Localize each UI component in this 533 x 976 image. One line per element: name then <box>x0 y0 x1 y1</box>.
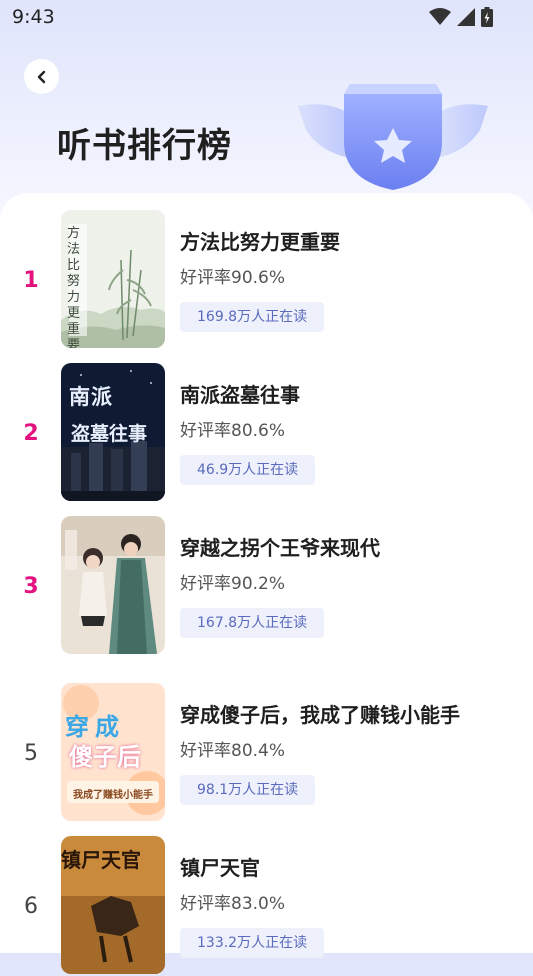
ranking-list: 1 方法比努力更重要 方法比努力更重要 好评率90.6% 169.8万人正在读 … <box>0 193 533 974</box>
rank-number: 5 <box>24 741 38 766</box>
book-title: 镇尸天官 <box>180 856 260 880</box>
rating-text: 好评率90.2% <box>180 574 286 594</box>
reading-count-badge: 98.1万人正在读 <box>180 775 316 805</box>
cover-art <box>61 516 165 654</box>
chevron-left-icon <box>37 70 45 83</box>
trophy-icon <box>298 84 488 190</box>
reading-count-badge: 46.9万人正在读 <box>180 455 316 485</box>
reading-count-badge: 169.8万人正在读 <box>180 302 325 332</box>
book-cover[interactable]: 穿成 傻子后 我成了赚钱小能手 <box>61 683 165 821</box>
rating-text: 好评率90.6% <box>180 268 286 288</box>
back-button[interactable] <box>24 59 59 94</box>
rank-number: 3 <box>23 574 39 599</box>
status-bar: 9:43 <box>0 0 533 36</box>
book-row[interactable]: 1 方法比努力更重要 方法比努力更重要 好评率90.6% 169.8万人正在读 <box>0 210 533 350</box>
book-row[interactable]: 5 穿成 傻子后 我成了赚钱小能手 穿成傻子后，我成了赚钱小能手 好评率80.4… <box>0 683 533 823</box>
book-row[interactable]: 3 穿越之拐个王爷来现代 好评率90.2% 167.8万人正在读 <box>0 516 533 656</box>
book-cover[interactable] <box>61 516 165 654</box>
cover-subtitle: 盗墓往事 <box>71 423 148 445</box>
book-cover[interactable]: 方法比努力更重要 <box>61 210 165 348</box>
book-cover[interactable]: 镇尸天官 <box>61 836 165 974</box>
book-title: 方法比努力更重要 <box>180 230 340 254</box>
page-title: 听书排行榜 <box>57 126 232 166</box>
cover-title: 南派 <box>69 385 113 409</box>
book-row[interactable]: 2 南派 盗墓往事 南派盗墓往事 好评率80.6% 46.9万人正在读 <box>0 363 533 503</box>
book-title: 穿成傻子后，我成了赚钱小能手 <box>180 703 460 727</box>
cover-tagline: 我成了赚钱小能手 <box>73 790 153 801</box>
rating-text: 好评率80.6% <box>180 421 286 441</box>
signal-icon <box>457 8 475 26</box>
battery-icon <box>481 7 493 27</box>
cover-title: 镇尸天官 <box>61 848 141 872</box>
reading-count-badge: 167.8万人正在读 <box>180 608 325 638</box>
cover-subtitle: 傻子后 <box>69 743 141 771</box>
book-title: 南派盗墓往事 <box>180 383 300 407</box>
status-icons <box>429 7 493 27</box>
book-title: 穿越之拐个王爷来现代 <box>180 536 380 560</box>
rank-number: 1 <box>23 268 39 293</box>
rank-number: 6 <box>24 894 38 919</box>
book-row[interactable]: 6 镇尸天官 镇尸天官 好评率83.0% 133.2万人正在读 <box>0 836 533 976</box>
cover-title: 方法比努力更重要 <box>67 226 81 348</box>
rating-text: 好评率83.0% <box>180 894 286 914</box>
book-cover[interactable]: 南派 盗墓往事 <box>61 363 165 501</box>
rating-text: 好评率80.4% <box>180 741 286 761</box>
reading-count-badge: 133.2万人正在读 <box>180 928 325 958</box>
wifi-icon <box>429 8 451 25</box>
rank-number: 2 <box>23 421 39 446</box>
status-time: 9:43 <box>12 6 55 28</box>
